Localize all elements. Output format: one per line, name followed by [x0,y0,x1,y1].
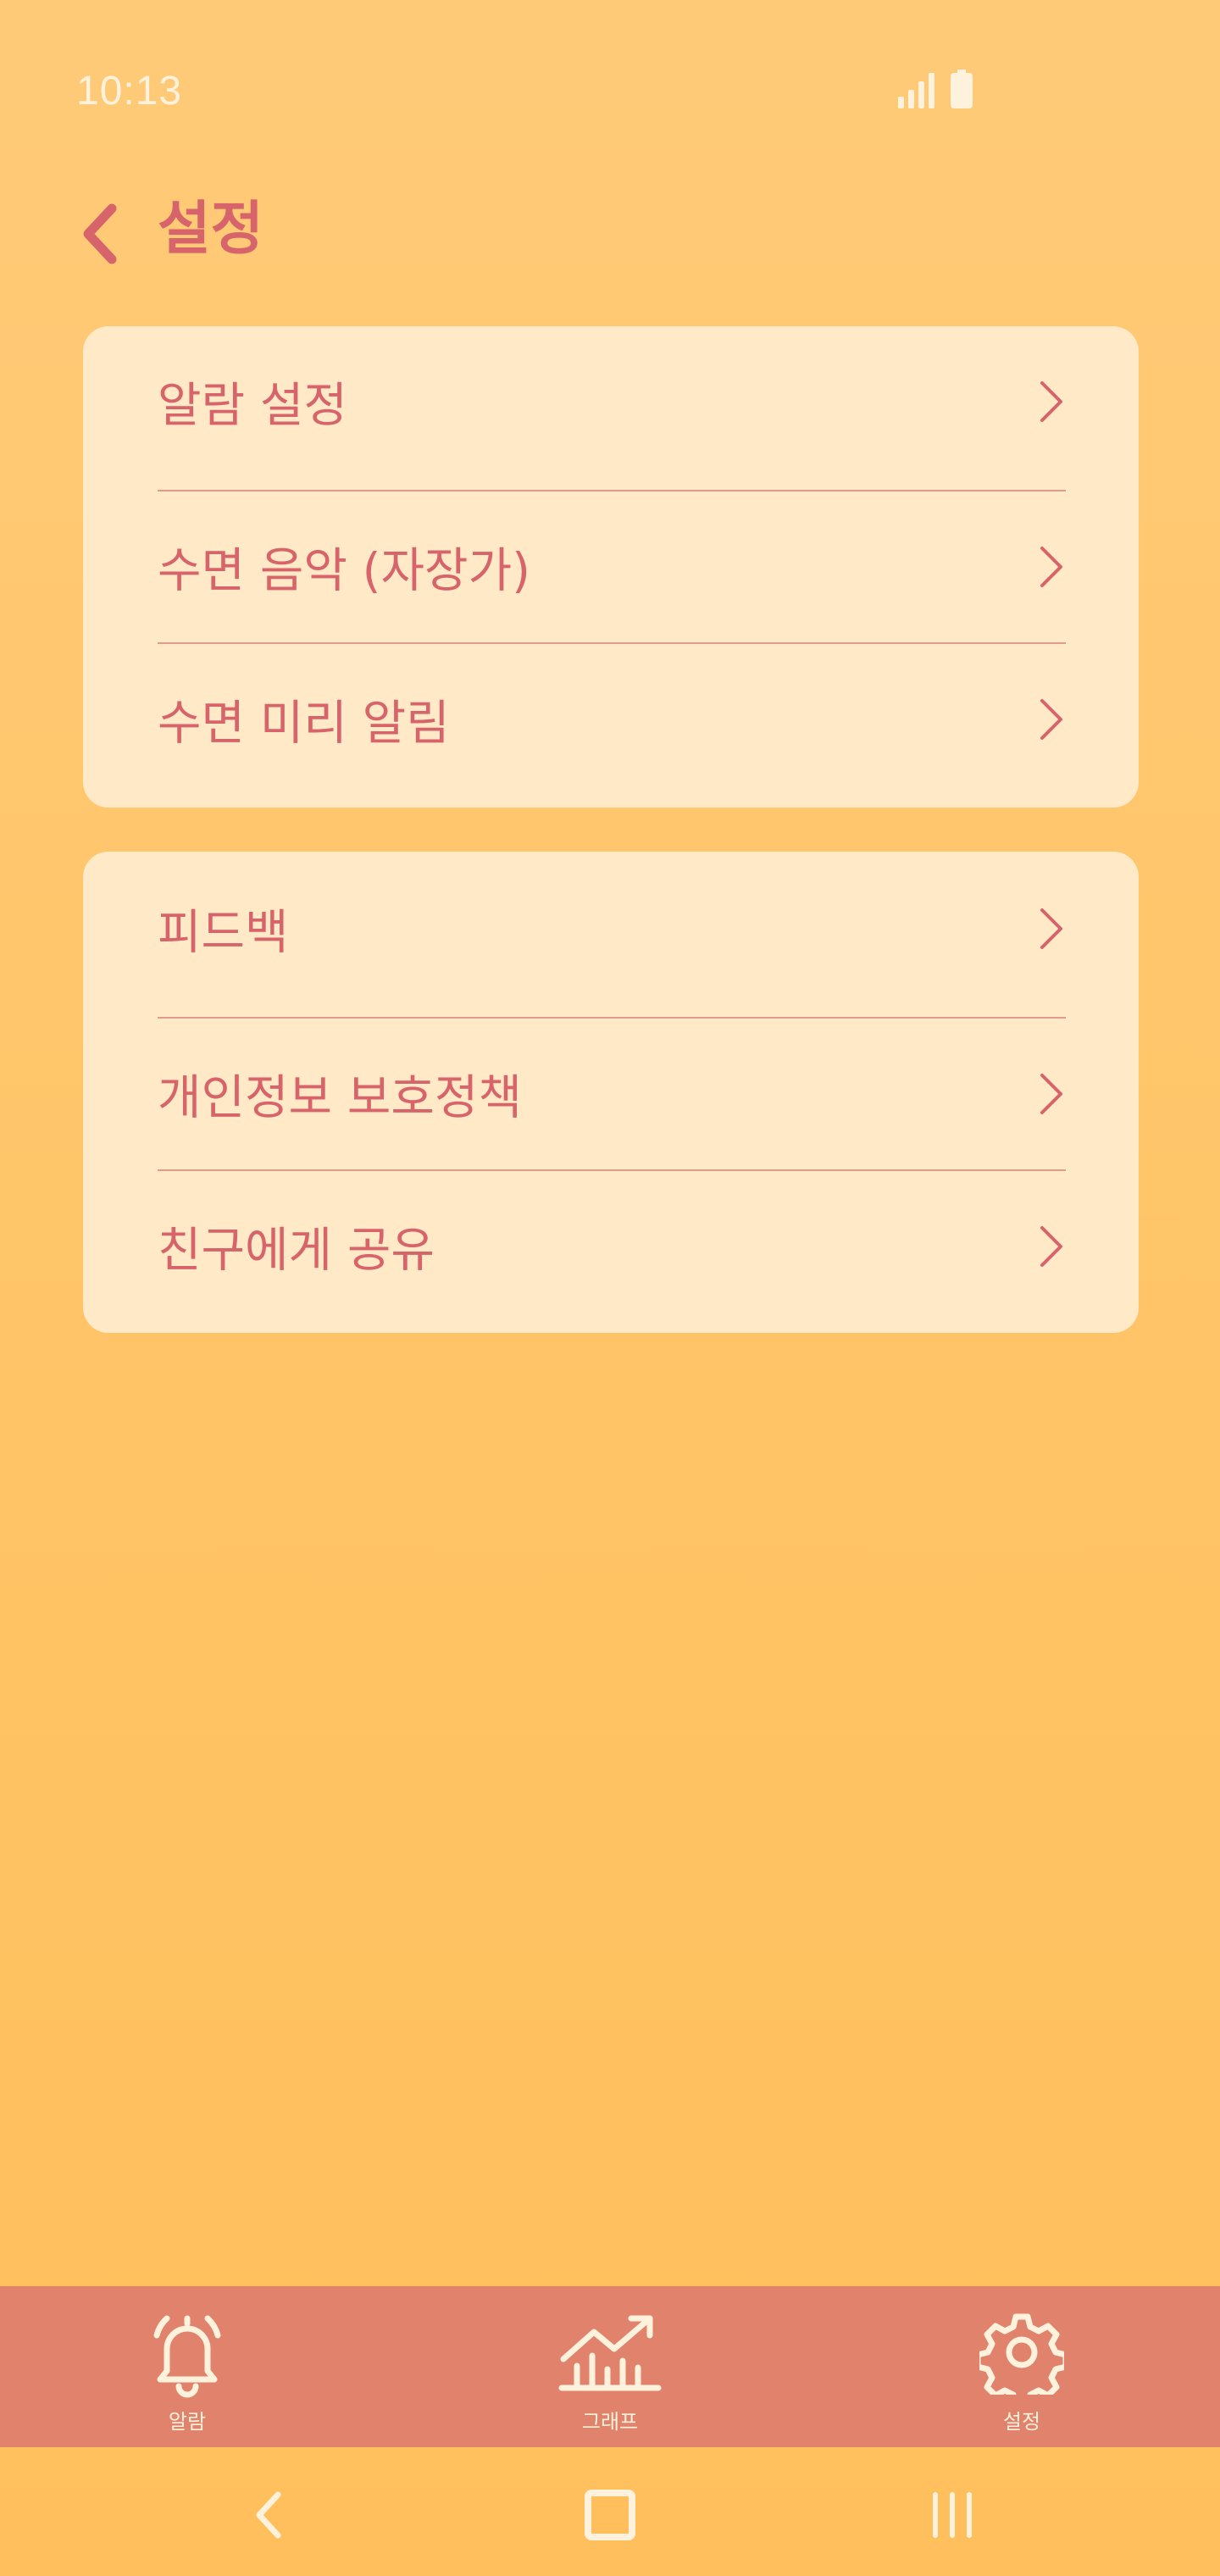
nav-tab-label: 설정 [1002,2410,1041,2434]
menu-item-alarm-settings[interactable]: 알람 설정 [158,326,1066,477]
chevron-right-icon [1040,908,1062,949]
battery-icon [951,69,973,108]
settings-group-info: 피드백 개인정보 보호정책 친구에게 공유 [83,852,1139,1333]
recent-apps-icon [933,2492,972,2538]
home-icon [585,2490,635,2540]
nav-tab-graph[interactable]: 그래프 [508,2286,712,2447]
chevron-right-icon [1040,547,1062,587]
menu-item-label: 알람 설정 [158,378,347,434]
settings-group-alarm: 알람 설정 수면 음악 (자장가) 수면 미리 알림 [83,326,1139,808]
gear-icon [979,2313,1064,2395]
chevron-right-icon [1040,1226,1062,1267]
back-icon [256,2491,281,2539]
signal-icon [898,73,934,108]
system-home-button[interactable] [576,2481,644,2549]
nav-tab-alarm[interactable]: 알람 [86,2286,289,2447]
nav-tab-label: 그래프 [581,2410,639,2434]
header: 설정 [0,169,1220,297]
menu-item-share-friends[interactable]: 친구에게 공유 [158,1171,1066,1322]
nav-tab-label: 알람 [168,2410,207,2434]
system-nav-bar [0,2447,1220,2576]
status-time: 10:13 [76,69,183,114]
chevron-left-icon [83,203,117,264]
menu-item-label: 개인정보 보호정책 [158,1070,522,1126]
menu-item-label: 수면 미리 알림 [158,696,450,752]
page-title: 설정 [158,196,264,263]
chevron-right-icon [1040,699,1062,740]
status-bar: 10:13 [0,0,1220,144]
chevron-right-icon [1040,1074,1062,1114]
menu-item-label: 친구에게 공유 [158,1223,435,1279]
bell-icon [153,2315,221,2398]
menu-item-sleep-music[interactable]: 수면 음악 (자장가) [158,491,1066,642]
menu-item-label: 수면 음악 (자장가) [158,543,530,599]
back-button[interactable] [73,200,132,268]
system-recent-apps-button[interactable] [918,2481,986,2549]
menu-item-privacy-policy[interactable]: 개인정보 보호정책 [158,1019,1066,1169]
system-back-button[interactable] [236,2481,303,2549]
menu-item-sleep-reminder[interactable]: 수면 미리 알림 [158,644,1066,795]
menu-item-label: 피드백 [158,905,289,961]
chevron-right-icon [1040,381,1062,422]
nav-tab-settings[interactable]: 설정 [920,2286,1123,2447]
graph-icon [558,2315,662,2391]
menu-item-feedback[interactable]: 피드백 [158,853,1066,1004]
bottom-nav: 알람 그래프 설정 [0,2286,1220,2447]
